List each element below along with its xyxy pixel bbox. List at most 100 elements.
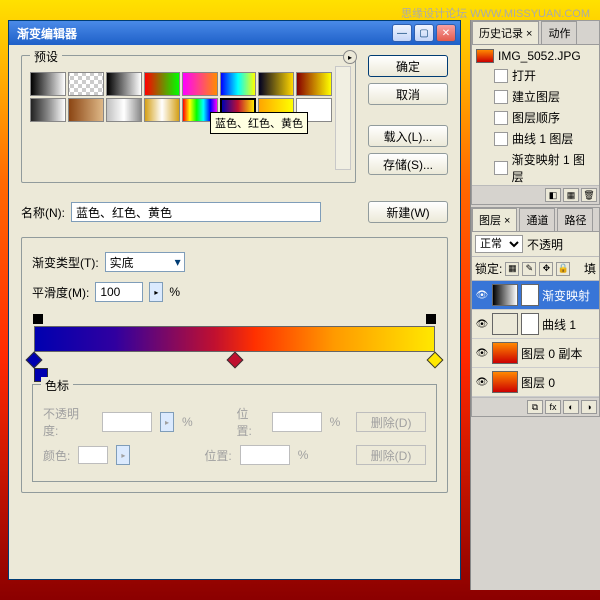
gradient-type-select[interactable]: 实底 [105,252,185,272]
layer-thumb[interactable] [492,284,518,306]
preset-swatch[interactable] [30,72,66,96]
stop-position-label: 位置: [204,447,231,464]
preset-menu-icon[interactable]: ▸ [343,50,357,64]
layer-mask-thumb[interactable] [521,284,539,306]
stop-color-label: 颜色: [43,447,70,464]
cancel-button[interactable]: 取消 [368,83,448,105]
history-thumb-icon [476,49,494,63]
history-step-icon [494,161,508,175]
history-item[interactable]: 曲线 1 图层 [474,128,597,149]
save-button[interactable]: 存储(S)... [368,153,448,175]
adjustment-icon[interactable]: ◑ [581,400,597,414]
history-panel: 历史记录 × 动作 IMG_5052.JPG打开建立图层图层顺序曲线 1 图层渐… [471,20,600,205]
lock-paint-icon[interactable]: ✎ [522,262,536,276]
smoothness-spinner[interactable]: ▸ [149,282,163,302]
layer-item[interactable]: 👁 图层 0 副本 [472,339,599,368]
presets-fieldset: 预设 ▸ 蓝色、红色、黄色 [21,55,356,183]
layer-name: 曲线 1 [542,316,576,333]
history-item[interactable]: IMG_5052.JPG [474,47,597,65]
trash-icon[interactable]: 🗑 [581,188,597,202]
new-button[interactable]: 新建(W) [368,201,448,223]
preset-swatch[interactable] [30,98,66,122]
preset-swatch[interactable] [144,98,180,122]
dialog-titlebar[interactable]: 渐变编辑器 — ▢ ✕ [9,21,460,45]
color-stop-row[interactable] [34,354,435,366]
tab-layers[interactable]: 图层 × [472,208,517,231]
link-icon[interactable]: ⧉ [527,400,543,414]
load-button[interactable]: 载入(L)... [368,125,448,147]
opacity-stop[interactable] [33,314,43,324]
visibility-icon[interactable]: 👁 [475,375,489,389]
stop-position-label: 位置: [237,405,264,439]
opacity-stop-row[interactable] [34,314,435,326]
history-item-label: 图层顺序 [512,109,560,126]
history-step-icon [494,90,508,104]
layer-thumb[interactable] [492,342,518,364]
percent-label: % [182,415,193,429]
lock-all-icon[interactable]: 🔒 [556,262,570,276]
visibility-icon[interactable]: 👁 [475,346,489,360]
tab-channels[interactable]: 通道 [519,208,555,231]
delete-color-stop-button: 删除(D) [356,445,426,465]
history-item[interactable]: 渐变映射 1 图层 [474,149,597,185]
percent-label: % [169,285,180,299]
dialog-title: 渐变编辑器 [13,25,392,42]
preset-swatch[interactable] [144,72,180,96]
stops-legend: 色标 [41,377,73,394]
preset-swatch[interactable] [106,98,142,122]
lock-move-icon[interactable]: ✥ [539,262,553,276]
opacity-stop[interactable] [426,314,436,324]
stops-fieldset: 色标 不透明度: ▸ % 位置: % 删除(D) 颜色: ▸ [32,384,437,482]
history-item[interactable]: 打开 [474,65,597,86]
preset-swatch[interactable] [68,98,104,122]
layer-thumb[interactable] [492,371,518,393]
tab-history[interactable]: 历史记录 × [472,21,539,44]
name-input[interactable] [71,202,321,222]
layer-name: 图层 0 副本 [521,345,582,362]
close-button[interactable]: ✕ [436,24,456,42]
smoothness-label: 平滑度(M): [32,284,89,301]
tab-paths[interactable]: 路径 [557,208,593,231]
minimize-button[interactable]: — [392,24,412,42]
history-item[interactable]: 图层顺序 [474,107,597,128]
percent-label: % [298,448,309,462]
history-item-label: 曲线 1 图层 [512,130,573,147]
visibility-icon[interactable]: 👁 [475,317,489,331]
history-snapshot-icon[interactable]: ◧ [545,188,561,202]
preset-swatch[interactable] [220,72,256,96]
history-item[interactable]: 建立图层 [474,86,597,107]
stop-position-input [240,445,290,465]
gradient-bar[interactable] [34,326,435,352]
mask-icon[interactable]: ◐ [563,400,579,414]
gradient-preview-area [34,314,435,366]
smoothness-input[interactable]: 100 [95,282,143,302]
blend-mode-select[interactable]: 正常 [475,235,523,253]
layer-item[interactable]: 👁 渐变映射 [472,281,599,310]
color-stop[interactable] [226,352,243,369]
opacity-label: 不透明 [527,236,563,253]
name-label: 名称(N): [21,204,65,221]
preset-swatch[interactable] [106,72,142,96]
tab-actions[interactable]: 动作 [541,21,577,44]
layer-item[interactable]: 👁图层 0 [472,368,599,397]
ok-button[interactable]: 确定 [368,55,448,77]
history-new-icon[interactable]: ▦ [563,188,579,202]
layer-thumb[interactable] [492,313,518,335]
color-stop[interactable] [26,352,43,369]
maximize-button[interactable]: ▢ [414,24,434,42]
lock-label: 锁定: [475,260,502,277]
preset-scrollbar[interactable] [335,66,351,170]
preset-swatch[interactable] [258,72,294,96]
fx-icon[interactable]: fx [545,400,561,414]
color-stop[interactable] [427,352,444,369]
lock-transparency-icon[interactable]: ▦ [505,262,519,276]
preset-swatch[interactable] [182,72,218,96]
percent-label: % [330,415,341,429]
layer-item[interactable]: 👁 曲线 1 [472,310,599,339]
visibility-icon[interactable]: 👁 [475,288,489,302]
preset-swatch[interactable] [68,72,104,96]
gradient-editor-dialog: 渐变编辑器 — ▢ ✕ 确定 取消 载入(L)... 存储(S)... 预设 ▸… [8,20,461,580]
layer-mask-thumb[interactable] [521,313,539,335]
layer-name: 渐变映射 [542,287,590,304]
preset-swatch[interactable] [296,72,332,96]
